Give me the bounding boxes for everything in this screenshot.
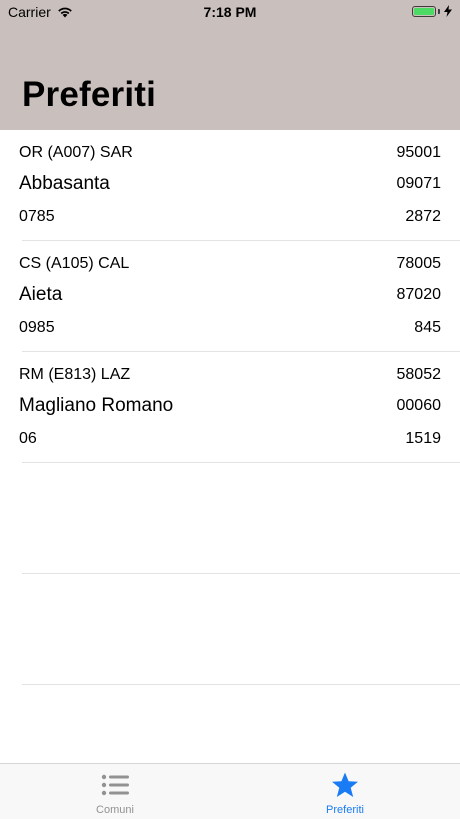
population: 845 — [414, 319, 441, 336]
municipality-code: RM (E813) LAZ — [19, 366, 131, 383]
municipality-code: CS (A105) CAL — [19, 255, 130, 272]
charging-bolt-icon — [444, 5, 452, 17]
favorite-row[interactable]: RM (E813) LAZ 58052 Magliano Romano 0006… — [0, 352, 460, 463]
municipality-name: Abbasanta — [19, 173, 110, 194]
status-bar: Carrier 7:18 PM — [0, 0, 460, 24]
battery-icon — [412, 5, 436, 17]
row-separator — [22, 462, 460, 463]
municipality-name: Aieta — [19, 284, 63, 305]
favorite-row[interactable]: OR (A007) SAR 95001 Abbasanta 09071 0785… — [0, 130, 460, 241]
status-time: 7:18 PM — [203, 4, 257, 20]
favorites-list: OR (A007) SAR 95001 Abbasanta 09071 0785… — [0, 130, 460, 463]
istat-number: 58052 — [396, 366, 442, 383]
population: 1519 — [405, 430, 441, 447]
istat-number: 78005 — [396, 255, 442, 272]
tab-bar: Comuni Preferiti — [0, 763, 460, 819]
tab-label: Comuni — [96, 804, 134, 816]
tab-preferiti[interactable]: Preferiti — [230, 764, 460, 819]
empty-row-separator — [22, 573, 460, 574]
phone-prefix: 06 — [19, 430, 37, 447]
postal-code: 87020 — [396, 286, 442, 303]
phone-prefix: 0985 — [19, 319, 55, 336]
tab-label: Preferiti — [326, 804, 364, 816]
empty-row-separator — [22, 684, 460, 685]
istat-number: 95001 — [396, 144, 442, 161]
postal-code: 09071 — [396, 175, 442, 192]
list-icon — [101, 774, 129, 796]
battery-indicator — [412, 5, 452, 17]
tab-comuni[interactable]: Comuni — [0, 764, 230, 819]
page-title: Preferiti — [22, 75, 157, 114]
municipality-code: OR (A007) SAR — [19, 144, 133, 161]
navigation-header: Carrier 7:18 PM Preferiti — [0, 0, 460, 130]
postal-code: 00060 — [396, 397, 442, 414]
star-icon — [332, 772, 358, 797]
population: 2872 — [405, 208, 441, 225]
favorite-row[interactable]: CS (A105) CAL 78005 Aieta 87020 0985 845 — [0, 241, 460, 352]
municipality-name: Magliano Romano — [19, 395, 174, 416]
phone-prefix: 0785 — [19, 208, 55, 225]
